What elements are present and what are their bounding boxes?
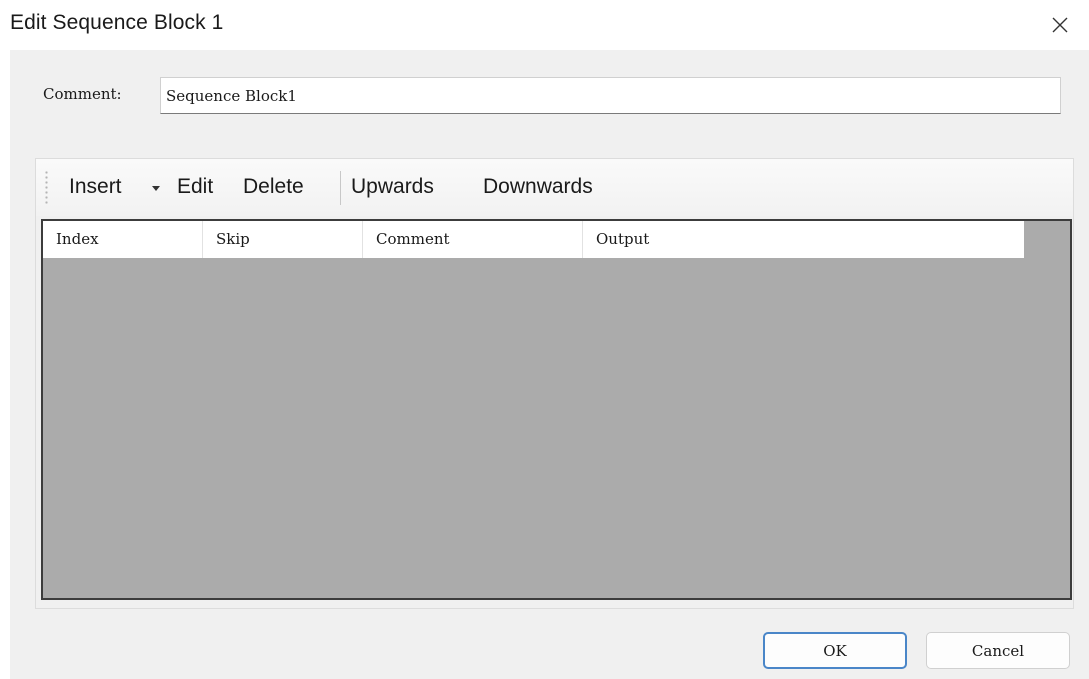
cancel-button[interactable]: Cancel bbox=[926, 632, 1070, 669]
edit-sequence-block-dialog: Edit Sequence Block 1 Comment: Insert Ed… bbox=[0, 0, 1089, 679]
column-header-comment[interactable]: Comment bbox=[363, 221, 583, 258]
toolbar-separator bbox=[340, 171, 341, 205]
toolbar-grip[interactable] bbox=[45, 170, 48, 206]
insert-dropdown-arrow-icon[interactable] bbox=[152, 186, 160, 191]
close-icon bbox=[1052, 17, 1068, 33]
dialog-body: Comment: Insert Edit Delete Upwards Down… bbox=[10, 50, 1089, 679]
column-header-skip[interactable]: Skip bbox=[203, 221, 363, 258]
edit-button[interactable]: Edit bbox=[177, 172, 213, 202]
comment-input[interactable] bbox=[160, 77, 1061, 114]
column-header-index[interactable]: Index bbox=[43, 221, 203, 258]
window-title: Edit Sequence Block 1 bbox=[10, 11, 224, 34]
toolbar: Insert Edit Delete Upwards Downwards bbox=[36, 159, 1073, 216]
insert-button[interactable]: Insert bbox=[69, 172, 122, 202]
table-header: Index Skip Comment Output bbox=[43, 221, 1024, 258]
close-button[interactable] bbox=[1031, 0, 1089, 50]
column-header-output[interactable]: Output bbox=[583, 221, 1024, 258]
downwards-button[interactable]: Downwards bbox=[483, 172, 593, 202]
upwards-button[interactable]: Upwards bbox=[351, 172, 434, 202]
sequence-table[interactable]: Index Skip Comment Output bbox=[41, 219, 1072, 600]
title-bar: Edit Sequence Block 1 bbox=[0, 0, 1089, 50]
delete-button[interactable]: Delete bbox=[243, 172, 304, 202]
sequence-panel: Insert Edit Delete Upwards Downwards Ind… bbox=[35, 158, 1074, 609]
ok-button[interactable]: OK bbox=[763, 632, 907, 669]
comment-label: Comment: bbox=[43, 85, 122, 103]
